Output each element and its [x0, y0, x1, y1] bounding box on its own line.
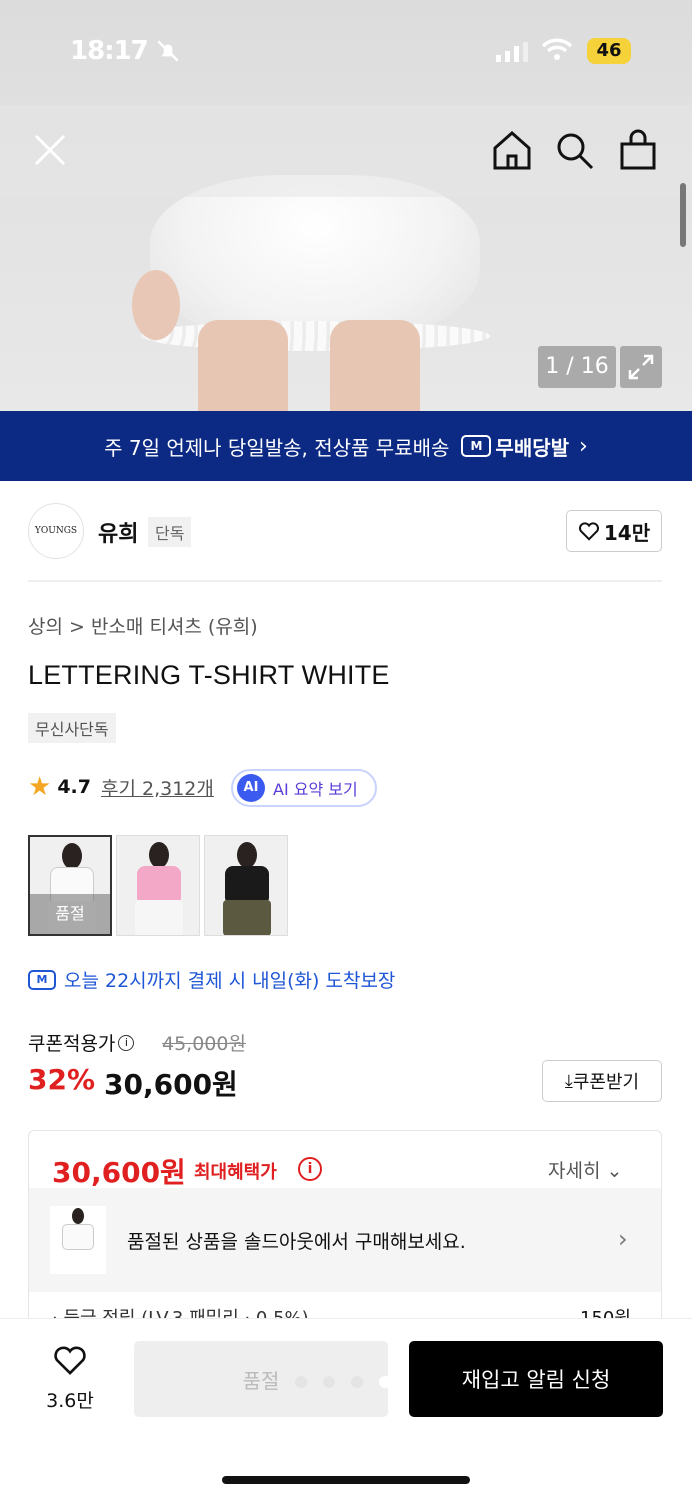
color-option-black[interactable] [204, 835, 288, 936]
image-counter: 1 / 16 [538, 346, 616, 388]
divider [28, 580, 662, 582]
brand-logo[interactable]: YOUNGS [28, 503, 84, 559]
reviews-link[interactable]: 후기 2,312개 [101, 774, 214, 801]
model-head [62, 843, 82, 869]
details-label: 자세히 [548, 1160, 601, 1182]
truck-icon: M [461, 435, 492, 457]
star-icon: ★ [28, 772, 52, 802]
info-icon[interactable]: i [118, 1034, 135, 1051]
ai-icon: AI [237, 774, 265, 802]
model-head [72, 1208, 84, 1224]
product-like-count: 3.6만 [46, 1390, 94, 1412]
expand-icon[interactable] [620, 346, 662, 388]
delivery-text: 오늘 22시까지 결제 시 내일(화) 도착보장 [64, 970, 396, 992]
page-dot-active [379, 1376, 391, 1388]
close-icon[interactable] [28, 128, 72, 172]
soldout-product-thumbnail [50, 1206, 106, 1274]
wifi-icon [541, 38, 573, 60]
bell-off-icon [157, 40, 179, 62]
sale-price: 30,600원 [104, 1068, 238, 1101]
page-dots [295, 1376, 391, 1388]
ai-summary-label: AI 요약 보기 [273, 780, 358, 799]
brand-name[interactable]: 유희 [98, 516, 138, 548]
product-photo-hand [132, 270, 180, 340]
scrollbar[interactable] [680, 183, 686, 247]
shopping-bag-icon[interactable] [616, 128, 660, 172]
color-option-white[interactable]: 품절 [28, 835, 112, 936]
model-head [149, 842, 169, 868]
discount-rate: 32% [28, 1063, 96, 1096]
model-head [237, 842, 257, 868]
color-option-pink[interactable] [116, 835, 200, 936]
details-toggle[interactable]: 자세히 ⌄ [548, 1156, 622, 1183]
soldout-shop-text: 품절된 상품을 솔드아웃에서 구매해보세요. [127, 1231, 466, 1253]
banner-text: 주 7일 언제나 당일발송, 전상품 무료배송 [104, 435, 450, 460]
ai-summary-button[interactable]: AI AI 요약 보기 [231, 769, 377, 807]
status-time: 18:17 [70, 36, 149, 66]
shirt-pink [137, 866, 181, 902]
chevron-right-icon: › [579, 433, 588, 459]
coupon-button-label: 쿠폰받기 [572, 1072, 640, 1093]
bottom-garment [135, 900, 183, 935]
brand-like-count: 14만 [603, 520, 651, 545]
home-icon[interactable] [490, 128, 534, 172]
exclusive-badge: 단독 [148, 517, 192, 547]
banner-tag: M 무배당발 [461, 432, 569, 461]
breadcrumb[interactable]: 상의 > 반소매 티셔츠 (유희) [28, 612, 258, 639]
restock-alert-button[interactable]: 재입고 알림 신청 [409, 1341, 663, 1417]
free-shipping-banner[interactable]: 주 7일 언제나 당일발송, 전상품 무료배송 M 무배당발 › [0, 411, 692, 481]
rating-score: 4.7 [57, 776, 91, 798]
coupon-price-label: 쿠폰적용가 i [28, 1029, 135, 1056]
delivery-guarantee[interactable]: M 오늘 22시까지 결제 시 내일(화) 도착보장 [28, 966, 395, 993]
coupon-download-button[interactable]: ⤓ 쿠폰받기 [542, 1060, 662, 1102]
product-title: LETTERING T-SHIRT WHITE [28, 660, 390, 690]
original-price: 45,000원 [162, 1033, 246, 1055]
max-benefit-price: 30,600원 [52, 1156, 186, 1189]
battery-indicator: 46 [587, 38, 631, 64]
download-icon: ⤓ [564, 1070, 573, 1092]
rating-row: ★ 4.7 후기 2,312개 [28, 772, 214, 802]
truck-icon: M [28, 969, 56, 990]
musinsa-exclusive-badge: 무신사단독 [28, 713, 116, 743]
bottom-garment [223, 900, 271, 935]
page-dot [351, 1376, 363, 1388]
max-benefit-label: 최대혜택가 [194, 1162, 277, 1183]
brand-like-button[interactable]: 14만 [566, 510, 662, 552]
product-photo-skirt [140, 175, 490, 351]
page-dot [295, 1376, 307, 1388]
status-bar: 18:17 46 [0, 0, 692, 105]
page-dot [323, 1376, 335, 1388]
chevron-down-icon: ⌄ [606, 1160, 623, 1182]
shirt-white [62, 1224, 94, 1250]
soldout-overlay: 품절 [30, 894, 110, 934]
info-icon[interactable]: i [298, 1157, 322, 1181]
product-photo-leg [198, 320, 288, 411]
signal-icon [496, 42, 528, 62]
heart-icon [54, 1346, 86, 1375]
heart-icon [578, 522, 599, 541]
banner-tag-label: 무배당발 [495, 435, 570, 460]
search-icon[interactable] [552, 128, 596, 172]
product-photo-leg [330, 320, 420, 411]
chevron-right-icon: › [618, 1225, 628, 1253]
coupon-price-label-text: 쿠폰적용가 [28, 1033, 116, 1055]
home-indicator[interactable] [222, 1476, 470, 1484]
shirt-black [225, 866, 269, 902]
